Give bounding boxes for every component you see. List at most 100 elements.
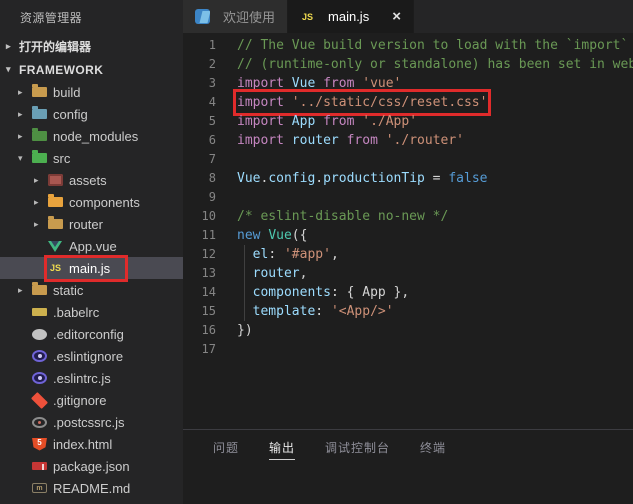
html-icon: 5 — [32, 437, 47, 451]
tree-item-editorconfig[interactable]: .editorconfig — [0, 323, 183, 345]
chevron-right-icon[interactable]: ▸ — [34, 197, 48, 208]
code-line-16[interactable]: 16}) — [183, 321, 633, 340]
file-label: .eslintignore — [53, 348, 124, 364]
code-text: import Vue from 'vue' — [237, 76, 402, 91]
vscode-icon — [195, 9, 210, 24]
tree-item-eslintignore[interactable]: .eslintignore — [0, 345, 183, 367]
code-line-12[interactable]: 12 el: '#app', — [183, 245, 633, 264]
code-line-14[interactable]: 14 components: { App }, — [183, 283, 633, 302]
code-line-17[interactable]: 17 — [183, 340, 633, 359]
tree-item-readme-md[interactable]: m README.md — [0, 477, 183, 499]
tree-item-config[interactable]: ▸ config — [0, 103, 183, 125]
annotated-code-text: import '../static/css/reset.css' — [232, 89, 492, 116]
file-label: config — [53, 106, 88, 122]
tree-item-components[interactable]: ▸ components — [0, 191, 183, 213]
tree-item-eslintrc-js[interactable]: .eslintrc.js — [0, 367, 183, 389]
folder-icon — [32, 106, 47, 119]
code-line-6[interactable]: 6 import router from './router' — [183, 131, 633, 150]
line-number: 11 — [201, 228, 216, 242]
open-editors-section[interactable]: ▸ 打开的编辑器 — [0, 35, 183, 58]
chevron-down-icon: ▾ — [6, 64, 11, 74]
code-text: template: '<App/>' — [252, 304, 394, 319]
line-number: 2 — [208, 57, 216, 71]
vscode-window: 资源管理器 ▸ 打开的编辑器 ▾ FRAMEWORK ▸ build ▸ config… — [0, 0, 633, 504]
tree-item-gitignore[interactable]: .gitignore — [0, 389, 183, 411]
code-line-7[interactable]: 7 — [183, 150, 633, 169]
panel-tab-[interactable]: 调试控制台 — [325, 439, 390, 460]
code-line-15[interactable]: 15 template: '<App/>' — [183, 302, 633, 321]
tree-item-index-html[interactable]: 5 index.html — [0, 433, 183, 455]
chevron-down-icon[interactable]: ▾ — [18, 153, 32, 164]
code-line-9[interactable]: 9 — [183, 188, 633, 207]
code-line-1[interactable]: 1 // The Vue build version to load with t… — [183, 36, 633, 55]
js-icon: JS — [302, 11, 314, 22]
code-text: components: { App }, — [252, 285, 410, 300]
tree-item-node-modules[interactable]: ▸ node_modules — [0, 125, 183, 147]
tree-item-postcssrc-js[interactable]: .postcssrc.js — [0, 411, 183, 433]
code-line-8[interactable]: 8 Vue.config.productionTip = false — [183, 169, 633, 188]
line-number: 14 — [201, 285, 216, 299]
chevron-right-icon[interactable]: ▸ — [18, 109, 32, 120]
editorconfig-icon — [32, 328, 47, 340]
file-label: node_modules — [53, 128, 139, 144]
tab-[interactable]: 欢迎使用 — [183, 0, 289, 33]
line-number: 6 — [208, 133, 216, 147]
panel-tab-[interactable]: 输出 — [269, 439, 296, 460]
chevron-right-icon[interactable]: ▸ — [18, 87, 32, 98]
code-text: Vue.config.productionTip = false — [237, 171, 488, 186]
code-editor[interactable]: 1 // The Vue build version to load with t… — [183, 33, 633, 429]
framework-section[interactable]: ▾ FRAMEWORK — [0, 58, 183, 81]
tree-item-babelrc[interactable]: .babelrc — [0, 301, 183, 323]
eslint-icon — [32, 372, 47, 384]
tree-item-static[interactable]: ▸ static — [0, 279, 183, 301]
postcss-icon — [32, 416, 47, 428]
line-number: 3 — [208, 76, 216, 90]
code-line-3[interactable]: 3 import Vue from 'vue' — [183, 74, 633, 93]
panel-tab-[interactable]: 问题 — [213, 439, 239, 460]
code-text: // The Vue build version to load with th… — [237, 38, 629, 53]
tree-item-build[interactable]: ▸ build — [0, 81, 183, 103]
assets-icon — [48, 174, 63, 186]
markdown-icon: m — [32, 483, 47, 493]
file-label: static — [53, 282, 84, 298]
vue-icon — [48, 240, 63, 252]
code-line-4[interactable]: 4 import '../static/css/reset.css' — [183, 89, 633, 116]
folder-icon — [32, 282, 47, 295]
tree-item-src[interactable]: ▾ src — [0, 147, 183, 169]
eslint-icon — [32, 350, 47, 362]
js-icon: JS — [49, 263, 61, 273]
tab-main-js[interactable]: JS main.js × — [288, 0, 414, 33]
panel-tab-[interactable]: 终端 — [420, 439, 446, 460]
folder-icon — [32, 128, 47, 141]
code-line-10[interactable]: 10 /* eslint-disable no-new */ — [183, 207, 633, 226]
tree-item-main-js[interactable]: JS main.js — [0, 254, 183, 282]
code-text: new Vue({ — [237, 228, 308, 243]
code-text: }) — [237, 323, 253, 338]
file-tree: ▸ build ▸ config ▸ node_modules ▾ src ▸ assets ▸ co… — [0, 81, 183, 499]
chevron-right-icon[interactable]: ▸ — [34, 175, 48, 186]
tree-item-router[interactable]: ▸ router — [0, 213, 183, 235]
code-line-13[interactable]: 13 router, — [183, 264, 633, 283]
line-number: 16 — [201, 323, 216, 337]
file-label: src — [53, 150, 71, 166]
file-label: .eslintrc.js — [53, 370, 111, 386]
file-label: router — [69, 216, 103, 232]
chevron-right-icon[interactable]: ▸ — [18, 131, 32, 142]
close-icon[interactable]: × — [392, 9, 401, 24]
code-line-5[interactable]: 5 import App from './App' — [183, 112, 633, 131]
folder-icon — [48, 194, 63, 207]
chevron-right-icon[interactable]: ▸ — [18, 285, 32, 296]
chevron-right-icon[interactable]: ▸ — [34, 219, 48, 230]
line-number: 8 — [208, 171, 216, 185]
editor-tab-bar: 欢迎使用 JS main.js × — [183, 0, 633, 33]
code-line-11[interactable]: 11 new Vue({ — [183, 226, 633, 245]
tree-item-app-vue[interactable]: App.vue — [0, 235, 183, 257]
folder-icon — [32, 84, 47, 97]
line-number: 9 — [208, 190, 216, 204]
tree-item-assets[interactable]: ▸ assets — [0, 169, 183, 191]
annotation-box: JS main.js — [43, 254, 129, 282]
code-line-2[interactable]: 2 // (runtime-only or standalone) has bee… — [183, 55, 633, 74]
line-number: 12 — [201, 247, 216, 261]
line-number: 7 — [208, 152, 216, 166]
tree-item-package-json[interactable]: package.json — [0, 455, 183, 477]
